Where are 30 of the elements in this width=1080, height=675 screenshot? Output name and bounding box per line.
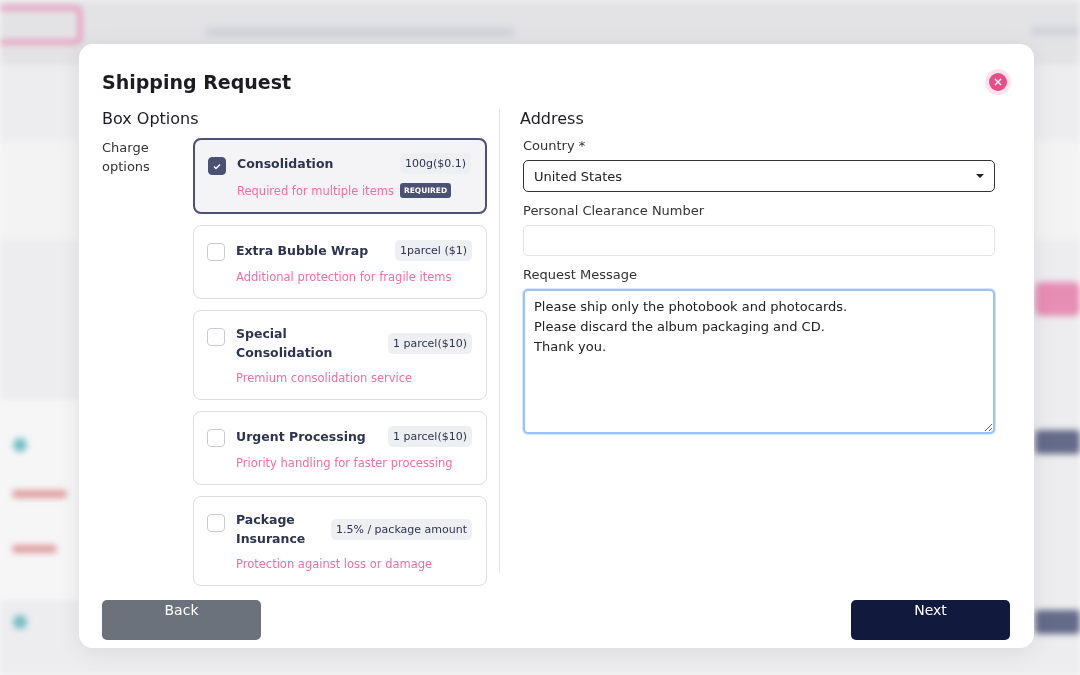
option-card[interactable]: Extra Bubble Wrap 1parcel ($1) Additional protection for fragile items — [193, 225, 487, 299]
price-tag: 1.5% / package amount — [330, 518, 472, 540]
next-button[interactable]: Next — [851, 600, 1010, 640]
option-name: Urgent Processing — [236, 427, 367, 446]
option-description: Protection against loss or damage — [236, 557, 433, 571]
option-name: Special Consolidation — [236, 325, 334, 362]
price-tag: 1 parcel($10) — [388, 332, 472, 354]
charge-options-label: Charge options — [102, 139, 151, 176]
option-name: Extra Bubble Wrap — [236, 241, 370, 260]
option-card[interactable]: Urgent Processing 1 parcel($10) Priority handling for faster processing — [193, 411, 487, 485]
field-label: Request Message — [523, 267, 638, 282]
price-tag: 1parcel ($1) — [395, 239, 472, 261]
option-card[interactable]: Package Insurance 1.5% / package amount Protection against loss or damage — [193, 496, 487, 586]
message-field[interactable]: Please ship only the photobook and photocards. Please discard the album packaging and CD. Thank you. — [523, 289, 995, 434]
option-name: Package Insurance — [236, 511, 307, 548]
field-label: Personal Clearance Number — [523, 203, 706, 218]
country-dropdown[interactable]: United States — [523, 160, 995, 192]
section-heading: Address — [520, 109, 585, 128]
dialog-title: Shipping Request — [102, 71, 292, 93]
option-description: Priority handling for faster processing — [236, 455, 453, 470]
price-tag: 100g($0.1) — [399, 153, 471, 174]
section-heading: Box Options — [102, 109, 200, 128]
option-description: Premium consolidation service — [236, 371, 413, 385]
price-tag: 1 parcel($10) — [388, 425, 472, 447]
option-name: Consolidation — [237, 155, 335, 173]
back-button[interactable]: Back — [102, 600, 261, 640]
option-description: Additional protection for fragile items — [236, 269, 452, 284]
option-card[interactable]: Special Consolidation 1 parcel($10) Premium consolidation service — [193, 310, 487, 400]
field-label: Country * — [523, 138, 587, 153]
option-description: Required for multiple items — [237, 183, 394, 198]
